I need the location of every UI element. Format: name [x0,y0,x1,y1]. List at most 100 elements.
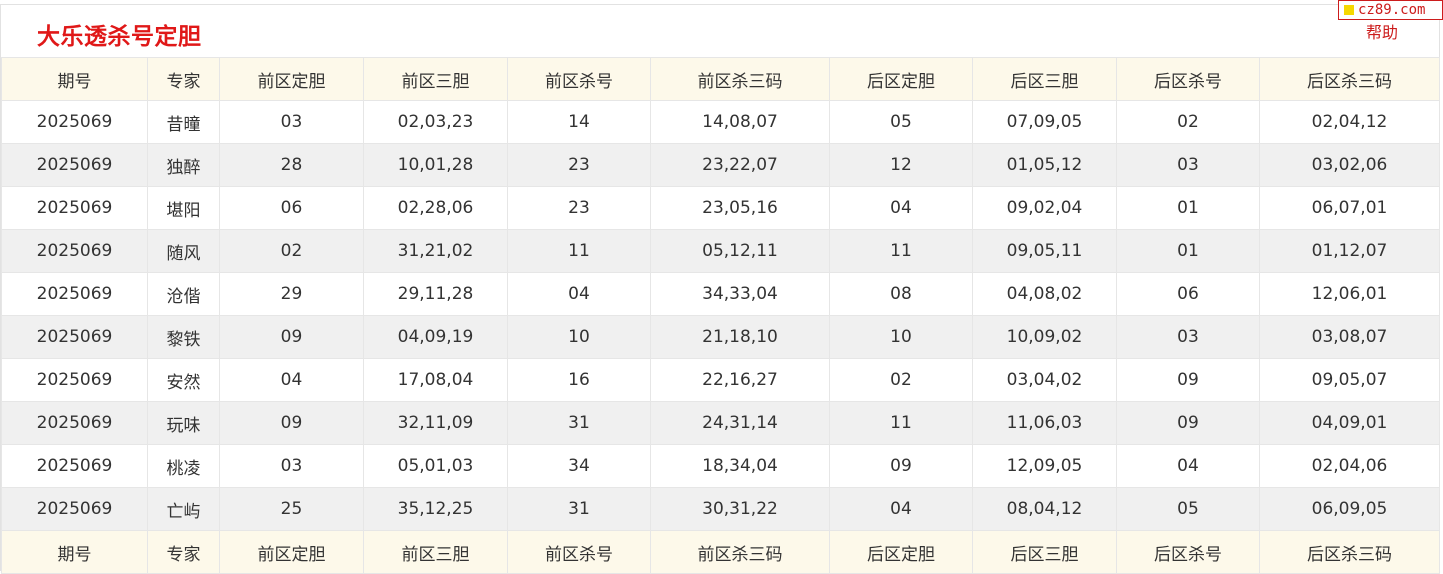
column-header: 前区杀三码 [650,530,830,574]
table-cell: 31,21,02 [363,229,508,273]
table-cell: 01 [1116,229,1260,273]
table-cell: 02 [829,358,973,402]
table-cell: 09 [1116,358,1260,402]
table-cell: 06,09,05 [1259,487,1440,531]
column-header: 前区杀三码 [650,57,830,101]
table-cell: 2025069 [1,186,148,230]
table-cell: 随风 [147,229,220,273]
table-cell: 04 [829,186,973,230]
table-cell: 09 [1116,401,1260,445]
column-header: 专家 [147,57,220,101]
table-cell: 09 [219,315,364,359]
table-cell: 2025069 [1,272,148,316]
table-cell: 09,05,11 [972,229,1117,273]
table-cell: 01,12,07 [1259,229,1440,273]
table-cell: 12,06,01 [1259,272,1440,316]
table-cell: 12,09,05 [972,444,1117,488]
table-cell: 31 [507,401,651,445]
table-cell: 05 [1116,487,1260,531]
table-row: 2025069 昔曈 03 02,03,23 14 14,08,07 05 07,09,05 0… [1,100,1440,144]
table-cell: 沧偕 [147,272,220,316]
table-cell: 17,08,04 [363,358,508,402]
column-header: 前区杀号 [507,530,651,574]
table-cell: 28 [219,143,364,187]
table-cell: 10 [507,315,651,359]
table-cell: 21,18,10 [650,315,830,359]
table-cell: 安然 [147,358,220,402]
table-cell: 12 [829,143,973,187]
site-watermark: cz89.com [1338,0,1443,20]
table-cell: 31 [507,487,651,531]
table-cell: 10,01,28 [363,143,508,187]
column-header: 前区定胆 [219,57,364,101]
table-cell: 05,01,03 [363,444,508,488]
table-cell: 02,04,12 [1259,100,1440,144]
table-cell: 2025069 [1,487,148,531]
table-cell: 05 [829,100,973,144]
page-title: 大乐透杀号定胆 [37,24,202,50]
column-header: 后区杀三码 [1259,57,1440,101]
table-cell: 11 [829,229,973,273]
column-header: 后区三胆 [972,530,1117,574]
table-cell: 桃凌 [147,444,220,488]
column-header: 后区杀号 [1116,57,1260,101]
table-cell: 10,09,02 [972,315,1117,359]
table-cell: 10 [829,315,973,359]
table-cell: 09 [219,401,364,445]
table-cell: 04,09,19 [363,315,508,359]
table-cell: 01,05,12 [972,143,1117,187]
table-cell: 2025069 [1,401,148,445]
table-cell: 02 [1116,100,1260,144]
column-header: 专家 [147,530,220,574]
table-cell: 黎铁 [147,315,220,359]
table-cell: 2025069 [1,229,148,273]
table-cell: 2025069 [1,100,148,144]
table-cell: 独醉 [147,143,220,187]
table-row: 2025069 黎铁 09 04,09,19 10 21,18,10 10 10,09,02 0… [1,315,1440,359]
kill-number-table: 期号 专家 前区定胆 前区三胆 前区杀号 前区杀三码 后区定胆 后区三胆 后区杀… [1,57,1440,574]
table-cell: 11 [507,229,651,273]
table-cell: 02 [219,229,364,273]
table-cell: 03,02,06 [1259,143,1440,187]
column-header: 期号 [1,530,148,574]
table-cell: 22,16,27 [650,358,830,402]
table-cell: 08 [829,272,973,316]
watermark-text: cz89.com [1358,2,1426,18]
table-cell: 11 [829,401,973,445]
table-cell: 07,09,05 [972,100,1117,144]
table-cell: 08,04,12 [972,487,1117,531]
table-cell: 04 [507,272,651,316]
table-cell: 24,31,14 [650,401,830,445]
table-cell: 03 [219,100,364,144]
table-cell: 29,11,28 [363,272,508,316]
table-cell: 34,33,04 [650,272,830,316]
table-cell: 25 [219,487,364,531]
table-cell: 11,06,03 [972,401,1117,445]
column-header: 后区定胆 [829,57,973,101]
table-cell: 04 [1116,444,1260,488]
table-cell: 23,05,16 [650,186,830,230]
table-cell: 05,12,11 [650,229,830,273]
table-cell: 2025069 [1,444,148,488]
column-header: 前区定胆 [219,530,364,574]
table-cell: 18,34,04 [650,444,830,488]
column-header: 后区定胆 [829,530,973,574]
table-cell: 01 [1116,186,1260,230]
table-cell: 昔曈 [147,100,220,144]
table-cell: 14 [507,100,651,144]
table-row: 2025069 桃凌 03 05,01,03 34 18,34,04 09 12,09,05 0… [1,444,1440,488]
table-row: 2025069 亡屿 25 35,12,25 31 30,31,22 04 08,04,12 0… [1,487,1440,531]
table-cell: 09,05,07 [1259,358,1440,402]
table-cell: 2025069 [1,315,148,359]
help-link[interactable]: 帮助 [1366,19,1398,43]
table-cell: 02,03,23 [363,100,508,144]
table-cell: 02,04,06 [1259,444,1440,488]
table-cell: 03,08,07 [1259,315,1440,359]
table-cell: 16 [507,358,651,402]
table-row: 2025069 堪阳 06 02,28,06 23 23,05,16 04 09,02,04 0… [1,186,1440,230]
column-header: 前区三胆 [363,530,508,574]
table-cell: 03 [1116,315,1260,359]
table-cell: 06 [1116,272,1260,316]
table-cell: 23 [507,186,651,230]
column-header: 前区三胆 [363,57,508,101]
